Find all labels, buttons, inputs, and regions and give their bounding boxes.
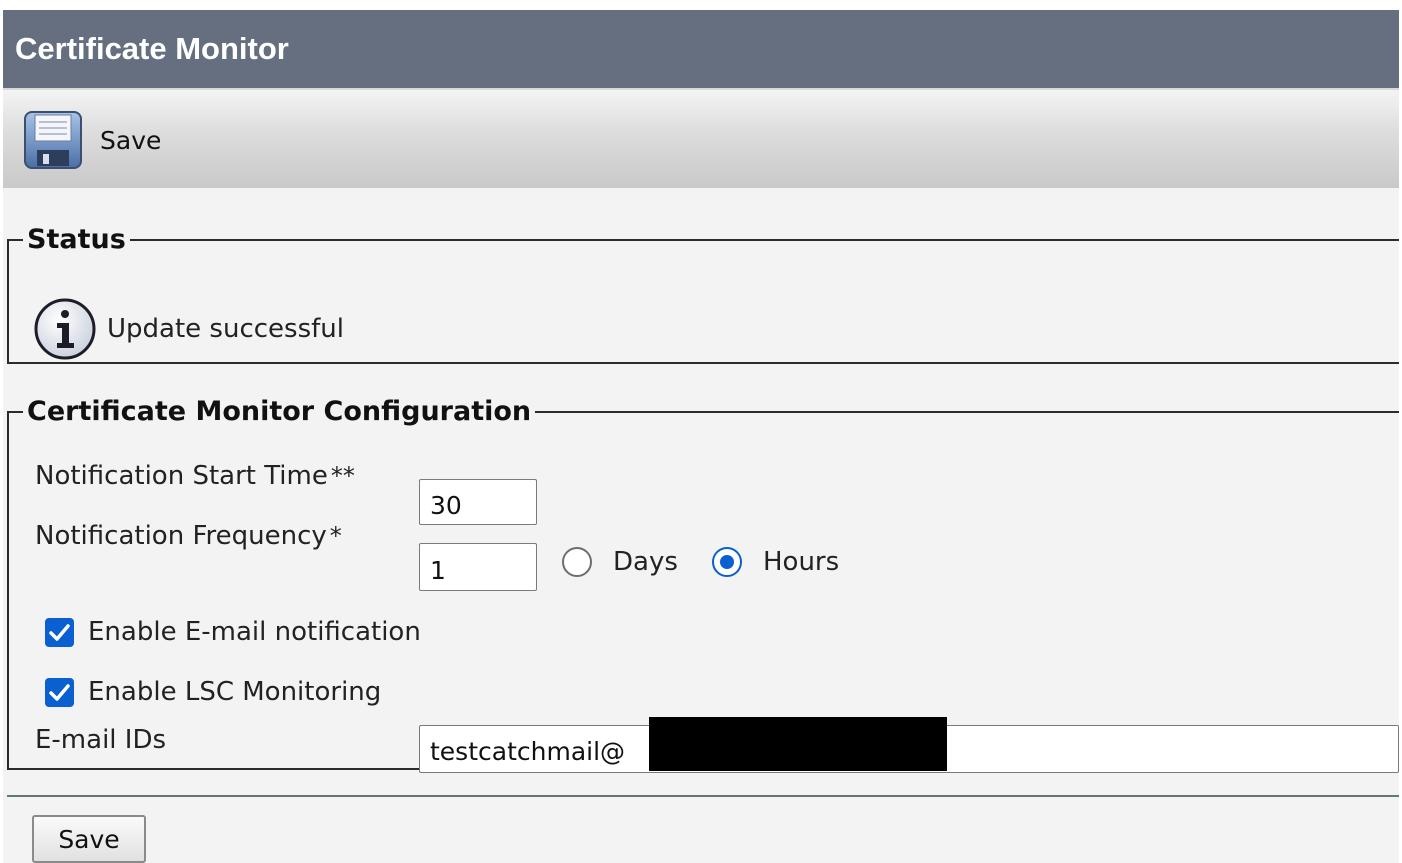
redaction-block (649, 717, 947, 771)
email-ids-label: E-mail IDs (35, 725, 167, 755)
config-legend: Certificate Monitor Configuration (27, 396, 532, 427)
frequency-hours-option[interactable]: Hours (712, 547, 839, 577)
frequency-label: Notification Frequency * (35, 521, 342, 551)
email-notification-checkbox[interactable] (45, 617, 74, 647)
toolbar-save-label: Save (100, 125, 162, 155)
start-time-input[interactable] (419, 479, 537, 525)
email-notification-option[interactable]: Enable E-mail notification (45, 617, 421, 647)
required-marker: ** (330, 462, 355, 490)
hours-radio[interactable] (712, 547, 742, 577)
frequency-input[interactable] (419, 543, 537, 591)
frequency-days-option[interactable]: Days (562, 547, 678, 577)
days-radio[interactable] (562, 547, 592, 577)
checkmark-icon (49, 683, 70, 701)
divider (7, 795, 1399, 797)
lsc-monitoring-label: Enable LSC Monitoring (88, 677, 382, 707)
page-title: Certificate Monitor (3, 10, 1399, 88)
floppy-disk-icon (23, 110, 83, 170)
toolbar: Save (3, 88, 1399, 188)
info-icon (33, 297, 97, 361)
config-group: Certificate Monitor Configuration Notifi… (7, 396, 1399, 773)
status-group: Status Update successful (7, 224, 1399, 364)
email-notification-label: Enable E-mail notification (88, 617, 421, 647)
checkmark-icon (49, 623, 70, 641)
toolbar-save-button[interactable]: Save (23, 110, 161, 170)
save-button[interactable]: Save (32, 815, 146, 863)
status-message: Update successful (107, 314, 344, 344)
days-label: Days (613, 547, 678, 577)
lsc-monitoring-checkbox[interactable] (45, 677, 74, 707)
start-time-label: Notification Start Time ** (35, 461, 355, 491)
lsc-monitoring-option[interactable]: Enable LSC Monitoring (45, 677, 381, 707)
hours-label: Hours (763, 547, 840, 577)
required-marker: * (329, 522, 342, 550)
status-legend: Status (27, 224, 126, 255)
status-row: Update successful (33, 297, 344, 361)
